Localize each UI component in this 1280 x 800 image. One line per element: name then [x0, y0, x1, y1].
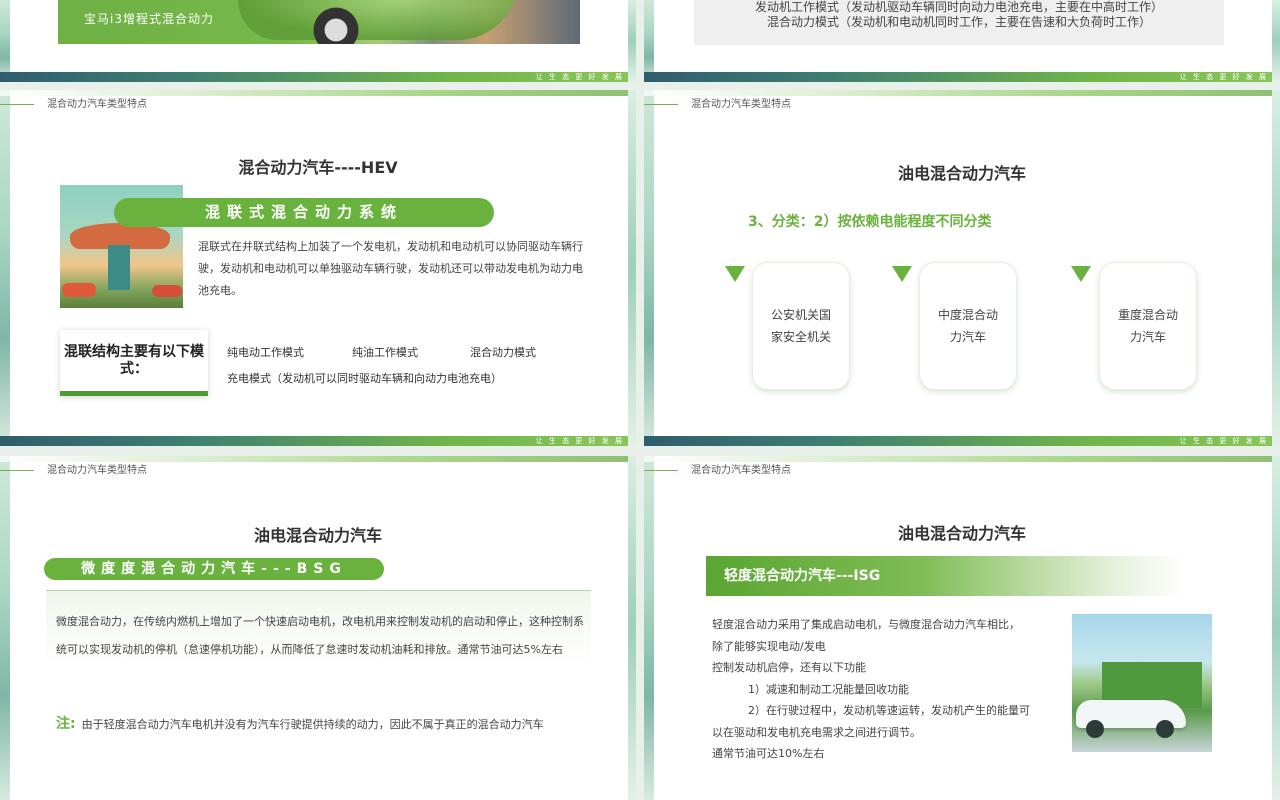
car-banner-image: 宝马i3增程式混合动力: [58, 0, 580, 44]
slide-bsg[interactable]: 混合动力汽车类型特点 油电混合动力汽车 微度度混合动力汽车---BSG 微度混合…: [0, 456, 636, 800]
mode-item: 混合动力模式: [470, 346, 536, 359]
modes-text-box: 发动机工作模式（发动机驱动车辆同时向动力电池充电，主要在中高时工作） 混合动力模…: [694, 0, 1224, 45]
mode-line: 发动机工作模式（发动机驱动车辆同时向动力电池充电，主要在中高时工作）: [754, 0, 1163, 14]
mode-line: 混合动力模式（发动机和电动机同时工作，主要在告速和大负荷时工作）: [766, 15, 1151, 29]
category-card[interactable]: 公安机关国家安全机关: [752, 262, 850, 390]
isg-line: 2）在行驶过程中，发动机等速运转，发动机产生的能量可: [748, 704, 1030, 717]
breadcrumb-text: 混合动力汽车类型特点: [691, 99, 791, 110]
wheel-shape: [1086, 720, 1104, 738]
top-band: [644, 456, 1280, 462]
banner-caption: 宝马i3增程式混合动力: [84, 12, 214, 26]
isg-line: 以在驱动和发电机充电需求之间进行调节。: [712, 725, 921, 739]
modes-card-text: 混联结构主要有以下模式：: [64, 344, 204, 377]
breadcrumb-line: [644, 104, 678, 105]
category-card-text: 公安机关国家安全机关: [770, 308, 831, 344]
top-band: [0, 90, 636, 96]
modes-card: 混联结构主要有以下模式：: [60, 330, 208, 396]
slogan: 让 生 态 更 好 发 展: [535, 437, 624, 445]
slide-hev[interactable]: 混合动力汽车类型特点 混合动力汽车----HEV 混联式混合动力系统 混联式在并…: [0, 90, 636, 446]
isg-line: 轻度混合动力采用了集成启动电机，与微度混合动力汽车相比，: [712, 618, 1020, 631]
car-shape: [62, 283, 96, 297]
slide-title: 油电混合动力汽车: [897, 524, 1026, 543]
breadcrumb: 混合动力汽车类型特点: [0, 98, 152, 111]
slogan: 让 生 态 更 好 发 展: [1179, 437, 1268, 445]
hev-description: 混联式在并联式结构上加装了一个发电机，发动机和电动机可以协同驱动车辆行驶，发动机…: [198, 240, 583, 297]
mode-item: 纯油工作模式: [352, 346, 418, 359]
top-band: [644, 90, 1280, 96]
bsg-description: 微度混合动力，在传统内燃机上增加了一个快速启动电机，改电机用来控制发动机的启动和…: [56, 615, 584, 656]
car-body-shape: [238, 0, 518, 40]
bsg-note: 注: 由于轻度混合动力汽车电机并没有为汽车行驶提供持续的动力，因此不属于真正的混合…: [56, 712, 590, 737]
wheel-shape: [1156, 720, 1174, 738]
triangle-marker: [1071, 266, 1091, 282]
isg-line: 通常节油可达10%左右: [712, 747, 825, 760]
slide-title: 油电混合动力汽车: [897, 164, 1026, 183]
isg-line: 控制发动机启停，还有以下功能: [712, 661, 866, 674]
pillar-shape: [108, 245, 130, 290]
section-bar: 轻度混合动力汽车---ISG: [706, 556, 1186, 596]
slide-title: 油电混合动力汽车: [253, 526, 382, 545]
breadcrumb: 混合动力汽车类型特点: [644, 464, 796, 477]
breadcrumb-line: [644, 470, 678, 471]
classification-subhead: 3、分类：2）按依赖电能程度不同分类: [748, 214, 992, 230]
mode-item: 纯电动工作模式: [227, 346, 304, 359]
slide-engine-modes[interactable]: 发动机工作模式（发动机驱动车辆同时向动力电池充电，主要在中高时工作） 混合动力模…: [644, 0, 1280, 82]
slogan: 让 生 态 更 好 发 展: [1179, 73, 1268, 81]
breadcrumb: 混合动力汽车类型特点: [0, 464, 152, 477]
isg-line: 除了能够实现电动/发电: [712, 639, 826, 653]
breadcrumb-line: [0, 470, 34, 471]
note-label: 注:: [56, 716, 76, 732]
section-pill: 混联式混合动力系统: [114, 198, 494, 227]
top-band: [0, 456, 636, 462]
category-card-text: 中度混合动力汽车: [937, 308, 998, 344]
isg-description: 轻度混合动力采用了集成启动电机，与微度混合动力汽车相比， 除了能够实现电动/发电…: [712, 614, 1062, 765]
slide-isg[interactable]: 混合动力汽车类型特点 油电混合动力汽车 轻度混合动力汽车---ISG 轻度混合动…: [644, 456, 1280, 800]
car-shape: [152, 285, 182, 297]
triangle-marker: [892, 266, 912, 282]
note-text: 由于轻度混合动力汽车电机并没有为汽车行驶提供持续的动力，因此不属于真正的混合动力…: [81, 718, 544, 731]
slogan: 让 生 态 更 好 发 展: [535, 73, 624, 81]
breadcrumb-text: 混合动力汽车类型特点: [47, 99, 147, 110]
category-card[interactable]: 中度混合动力汽车: [919, 262, 1017, 390]
breadcrumb-text: 混合动力汽车类型特点: [691, 465, 791, 476]
slide-classification[interactable]: 混合动力汽车类型特点 油电混合动力汽车 3、分类：2）按依赖电能程度不同分类 公…: [644, 90, 1280, 446]
slide-bmw-i3[interactable]: 宝马i3增程式混合动力 让 生 态 更 好 发 展: [0, 0, 636, 82]
category-card[interactable]: 重度混合动力汽车: [1099, 262, 1197, 390]
slide-title: 混合动力汽车----HEV: [238, 158, 398, 177]
electric-car-image: [1072, 614, 1212, 752]
mode-item: 充电模式（发动机可以同时驱动车辆和向动力电池充电）: [227, 372, 502, 385]
breadcrumb-line: [0, 104, 34, 105]
breadcrumb: 混合动力汽车类型特点: [644, 98, 796, 111]
category-card-text: 重度混合动力汽车: [1117, 308, 1178, 344]
section-pill: 微度度混合动力汽车---BSG: [44, 558, 384, 580]
isg-line: 1）减速和制动工况能量回收功能: [748, 682, 909, 696]
breadcrumb-text: 混合动力汽车类型特点: [47, 465, 147, 476]
triangle-marker: [725, 266, 745, 282]
